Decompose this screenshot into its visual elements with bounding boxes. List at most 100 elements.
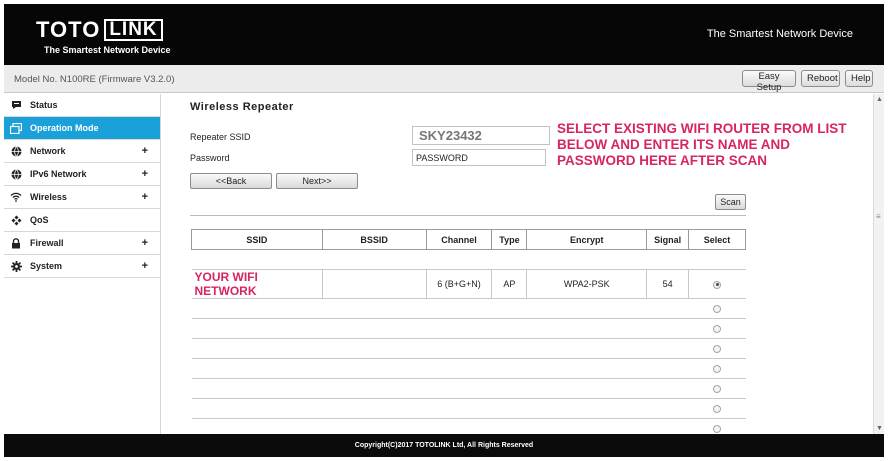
- table-row[interactable]: [191, 398, 746, 419]
- empty-cell: [191, 318, 689, 339]
- select-cell: [688, 318, 746, 339]
- table-row[interactable]: [191, 378, 746, 399]
- table-row[interactable]: YOUR WIFI NETWORK 6 (B+G+N) AP WPA2-PSK …: [191, 269, 746, 299]
- expand-plus-icon[interactable]: +: [142, 260, 148, 272]
- table-row[interactable]: [191, 298, 746, 319]
- column-header-ssid: SSID: [191, 229, 323, 250]
- next-button[interactable]: Next>>: [276, 173, 358, 189]
- sidebar-item-label: Wireless: [30, 192, 67, 202]
- easy-setup-button[interactable]: Easy Setup: [742, 70, 796, 93]
- password-input[interactable]: [412, 149, 546, 166]
- select-radio[interactable]: [713, 305, 722, 314]
- select-radio[interactable]: [713, 280, 722, 289]
- select-cell: [688, 418, 746, 434]
- select-cell: [688, 358, 746, 379]
- column-header-type: Type: [491, 229, 528, 250]
- column-header-bssid: BSSID: [321, 229, 427, 250]
- instruction-annotation: SELECT EXISTING WIFI ROUTER FROM LIST BE…: [557, 121, 847, 168]
- table-row[interactable]: [191, 318, 746, 339]
- back-button[interactable]: <<Back: [190, 173, 272, 189]
- header-bar: TOTO LINK The Smartest Network Device Th…: [4, 4, 884, 65]
- empty-cell: [191, 378, 689, 399]
- globe-icon: [10, 168, 22, 180]
- signal-cell: 54: [646, 269, 689, 299]
- column-header-select: Select: [688, 229, 746, 250]
- sidebar-item-label: IPv6 Network: [30, 169, 87, 179]
- sidebar-item-firewall[interactable]: Firewall +: [4, 232, 160, 255]
- channel-cell: 6 (B+G+N): [425, 269, 492, 299]
- status-icon: [10, 99, 22, 111]
- select-cell: [688, 378, 746, 399]
- select-radio[interactable]: [713, 365, 722, 374]
- sidebar-nav: Status Operation Mode Network + IPv6 Net…: [4, 94, 161, 434]
- model-bar: Model No. N100RE (Firmware V3.2.0) Easy …: [4, 65, 884, 93]
- column-header-encrypt: Encrypt: [526, 229, 648, 250]
- sidebar-item-label: Operation Mode: [30, 123, 99, 133]
- encrypt-cell: WPA2-PSK: [526, 269, 647, 299]
- bssid-cell: [321, 269, 427, 299]
- password-label: Password: [190, 153, 230, 163]
- section-divider: [190, 215, 746, 216]
- table-spacer-row: [191, 249, 746, 270]
- expand-plus-icon[interactable]: +: [142, 191, 148, 203]
- select-cell: [688, 298, 746, 319]
- sidebar-item-operation-mode[interactable]: Operation Mode: [4, 117, 160, 140]
- site-survey-table: SSID BSSID Channel Type Encrypt Signal S…: [191, 229, 746, 434]
- scroll-up-arrow-icon[interactable]: ▲: [876, 96, 883, 103]
- sidebar-item-label: Network: [30, 146, 66, 156]
- sidebar-item-status[interactable]: Status: [4, 94, 160, 117]
- sidebar-item-label: QoS: [30, 215, 49, 225]
- network-ssid: YOUR WIFI NETWORK: [194, 270, 258, 298]
- table-row[interactable]: [191, 338, 746, 359]
- empty-cell: [191, 298, 689, 319]
- qos-icon: [10, 214, 22, 226]
- logo-link-text: LINK: [104, 19, 163, 41]
- table-row[interactable]: [191, 418, 746, 434]
- logo-tagline: The Smartest Network Device: [44, 45, 171, 55]
- expand-plus-icon[interactable]: +: [142, 145, 148, 157]
- sidebar-item-system[interactable]: System +: [4, 255, 160, 278]
- select-radio[interactable]: [713, 385, 722, 394]
- select-cell: [688, 269, 746, 299]
- wifi-icon: [10, 191, 22, 203]
- repeater-ssid-input[interactable]: [412, 126, 550, 145]
- select-radio[interactable]: [713, 405, 722, 414]
- select-cell: [688, 338, 746, 359]
- scroll-down-arrow-icon[interactable]: ▼: [876, 425, 883, 432]
- empty-cell: [191, 338, 689, 359]
- totolink-logo[interactable]: TOTO LINK The Smartest Network Device: [36, 17, 176, 56]
- operation-mode-icon: [10, 122, 22, 134]
- sidebar-item-label: Firewall: [30, 238, 64, 248]
- select-radio[interactable]: [713, 325, 722, 334]
- sidebar-item-label: Status: [30, 100, 58, 110]
- ssid-cell: YOUR WIFI NETWORK: [191, 269, 323, 299]
- select-radio[interactable]: [713, 345, 722, 354]
- main-content: Wireless Repeater Repeater SSID Password…: [162, 94, 872, 434]
- gear-icon: [10, 260, 22, 272]
- sidebar-item-wireless[interactable]: Wireless +: [4, 186, 160, 209]
- vertical-scrollbar[interactable]: ▲ ≡ ▼: [873, 94, 884, 434]
- select-cell: [688, 398, 746, 419]
- empty-cell: [191, 418, 689, 434]
- repeater-ssid-label: Repeater SSID: [190, 132, 251, 142]
- select-radio[interactable]: [713, 425, 722, 434]
- lock-icon: [10, 237, 22, 249]
- sidebar-item-ipv6-network[interactable]: IPv6 Network +: [4, 163, 160, 186]
- model-info: Model No. N100RE (Firmware V3.2.0): [14, 74, 175, 85]
- logo-toto-text: TOTO: [36, 17, 101, 42]
- expand-plus-icon[interactable]: +: [142, 168, 148, 180]
- footer-bar: Copyright(C)2017 TOTOLINK Ltd, All Right…: [4, 434, 884, 457]
- empty-cell: [191, 398, 689, 419]
- table-row[interactable]: [191, 358, 746, 379]
- column-header-channel: Channel: [425, 229, 493, 250]
- help-button[interactable]: Help: [845, 70, 873, 87]
- scroll-grip-icon[interactable]: ≡: [876, 212, 881, 221]
- sidebar-item-qos[interactable]: QoS: [4, 209, 160, 232]
- column-header-signal: Signal: [646, 229, 690, 250]
- page-title: Wireless Repeater: [190, 101, 294, 113]
- table-header-row: SSID BSSID Channel Type Encrypt Signal S…: [191, 229, 746, 250]
- expand-plus-icon[interactable]: +: [142, 237, 148, 249]
- reboot-button[interactable]: Reboot: [801, 70, 840, 87]
- sidebar-item-network[interactable]: Network +: [4, 140, 160, 163]
- scan-button[interactable]: Scan: [715, 194, 746, 210]
